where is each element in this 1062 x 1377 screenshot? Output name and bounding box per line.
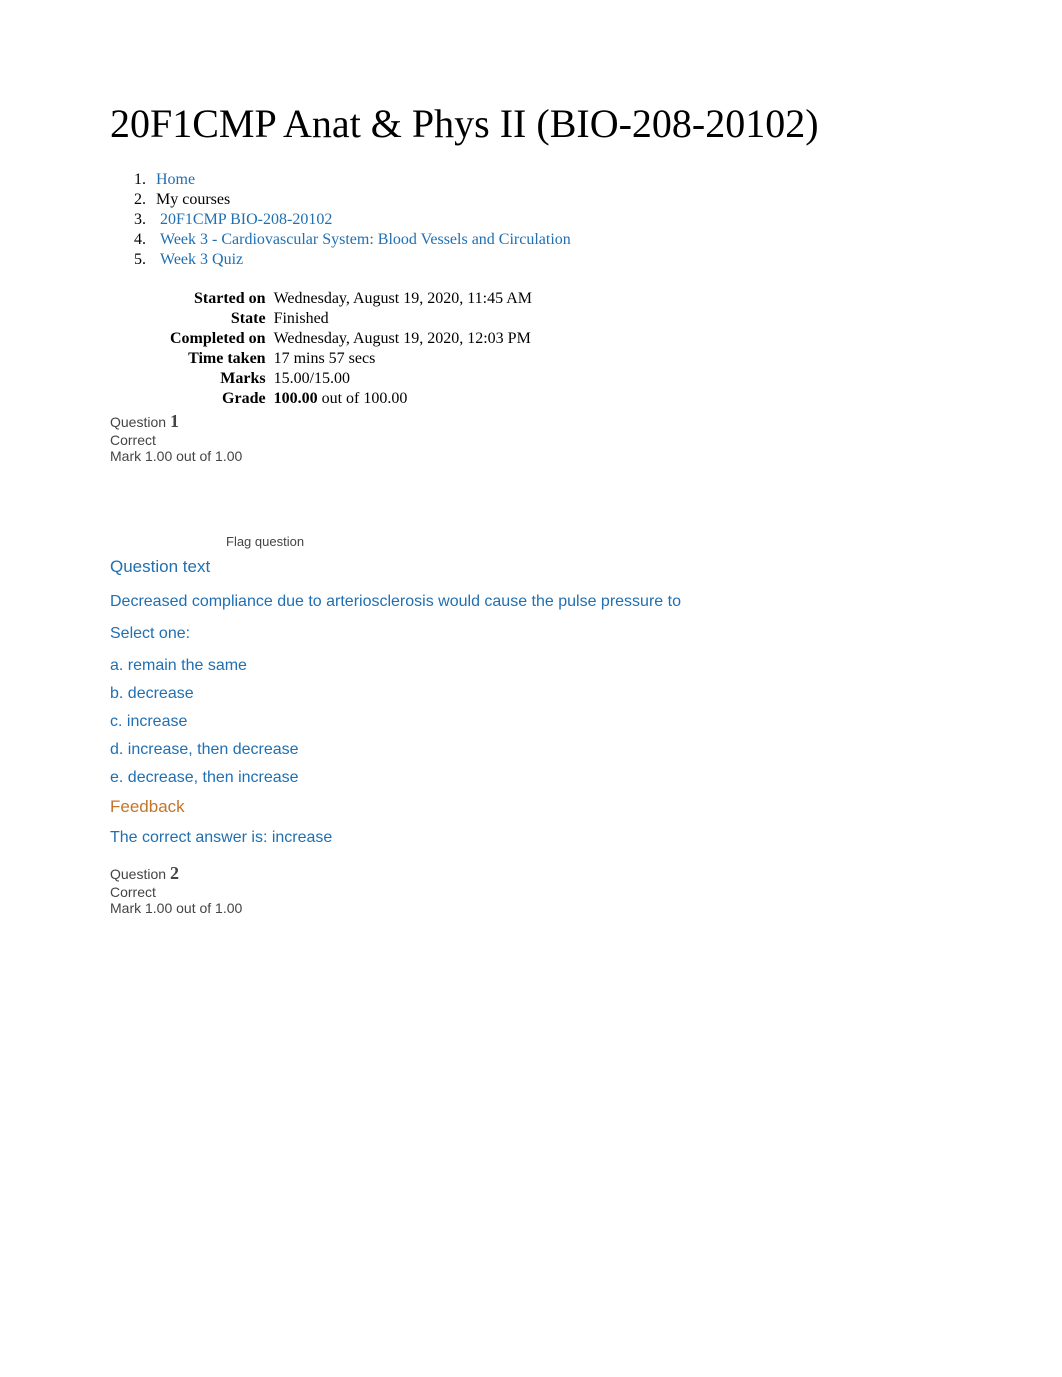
state-value: Finished (274, 309, 532, 329)
option-b[interactable]: b. decrease (110, 685, 952, 703)
completed-on-value: Wednesday, August 19, 2020, 12:03 PM (274, 329, 532, 349)
course-link[interactable]: 20F1CMP BIO-208-20102 (160, 211, 332, 228)
breadcrumb-item-course: 20F1CMP BIO-208-20102 (150, 211, 952, 229)
started-on-label: Started on (170, 289, 274, 309)
question-1-text: Decreased compliance due to arterioscler… (110, 593, 952, 611)
feedback-heading: Feedback (110, 797, 952, 817)
quiz-link[interactable]: Week 3 Quiz (160, 251, 243, 268)
breadcrumb-item-week: Week 3 - Cardiovascular System: Blood Ve… (150, 231, 952, 249)
question-2-info: Question 2 Correct Mark 1.00 out of 1.00 (110, 863, 952, 916)
attempt-summary-table: Started on Wednesday, August 19, 2020, 1… (170, 289, 532, 409)
question-1-number: 1 (170, 411, 179, 431)
feedback-text: The correct answer is: increase (110, 829, 952, 847)
marks-label: Marks (170, 369, 274, 389)
breadcrumb-item-mycourses: My courses (150, 191, 952, 209)
marks-value: 15.00/15.00 (274, 369, 532, 389)
question-2-mark: Mark 1.00 out of 1.00 (110, 900, 242, 916)
question-2-number: 2 (170, 863, 179, 883)
question-2-status: Correct (110, 884, 156, 900)
grade-number: 100.00 (274, 390, 318, 407)
state-label: State (170, 309, 274, 329)
question-1-status: Correct (110, 432, 156, 448)
question-1-mark: Mark 1.00 out of 1.00 (110, 448, 242, 464)
mycourses-text: My courses (156, 191, 230, 208)
breadcrumb: Home My courses 20F1CMP BIO-208-20102 We… (130, 171, 952, 269)
completed-on-label: Completed on (170, 329, 274, 349)
question-1-options: a. remain the same b. decrease c. increa… (110, 657, 952, 787)
time-taken-value: 17 mins 57 secs (274, 349, 532, 369)
option-c[interactable]: c. increase (110, 713, 952, 731)
week-link[interactable]: Week 3 - Cardiovascular System: Blood Ve… (160, 231, 571, 248)
option-a[interactable]: a. remain the same (110, 657, 952, 675)
option-e[interactable]: e. decrease, then increase (110, 769, 952, 787)
flag-question-1[interactable]: Flag question (226, 534, 952, 549)
grade-value: 100.00 out of 100.00 (274, 389, 532, 409)
question-1-text-heading: Question text (110, 557, 952, 577)
grade-suffix: out of 100.00 (318, 390, 408, 407)
time-taken-label: Time taken (170, 349, 274, 369)
question-2-label: Question (110, 866, 170, 882)
option-d[interactable]: d. increase, then decrease (110, 741, 952, 759)
select-one-label: Select one: (110, 625, 952, 643)
breadcrumb-item-home: Home (150, 171, 952, 189)
grade-label: Grade (170, 389, 274, 409)
question-1-label: Question (110, 414, 170, 430)
question-1-info: Question 1 Correct Mark 1.00 out of 1.00 (110, 411, 952, 464)
breadcrumb-item-quiz: Week 3 Quiz (150, 251, 952, 269)
started-on-value: Wednesday, August 19, 2020, 11:45 AM (274, 289, 532, 309)
home-link[interactable]: Home (156, 171, 195, 188)
page-title: 20F1CMP Anat & Phys II (BIO-208-20102) (110, 100, 952, 147)
